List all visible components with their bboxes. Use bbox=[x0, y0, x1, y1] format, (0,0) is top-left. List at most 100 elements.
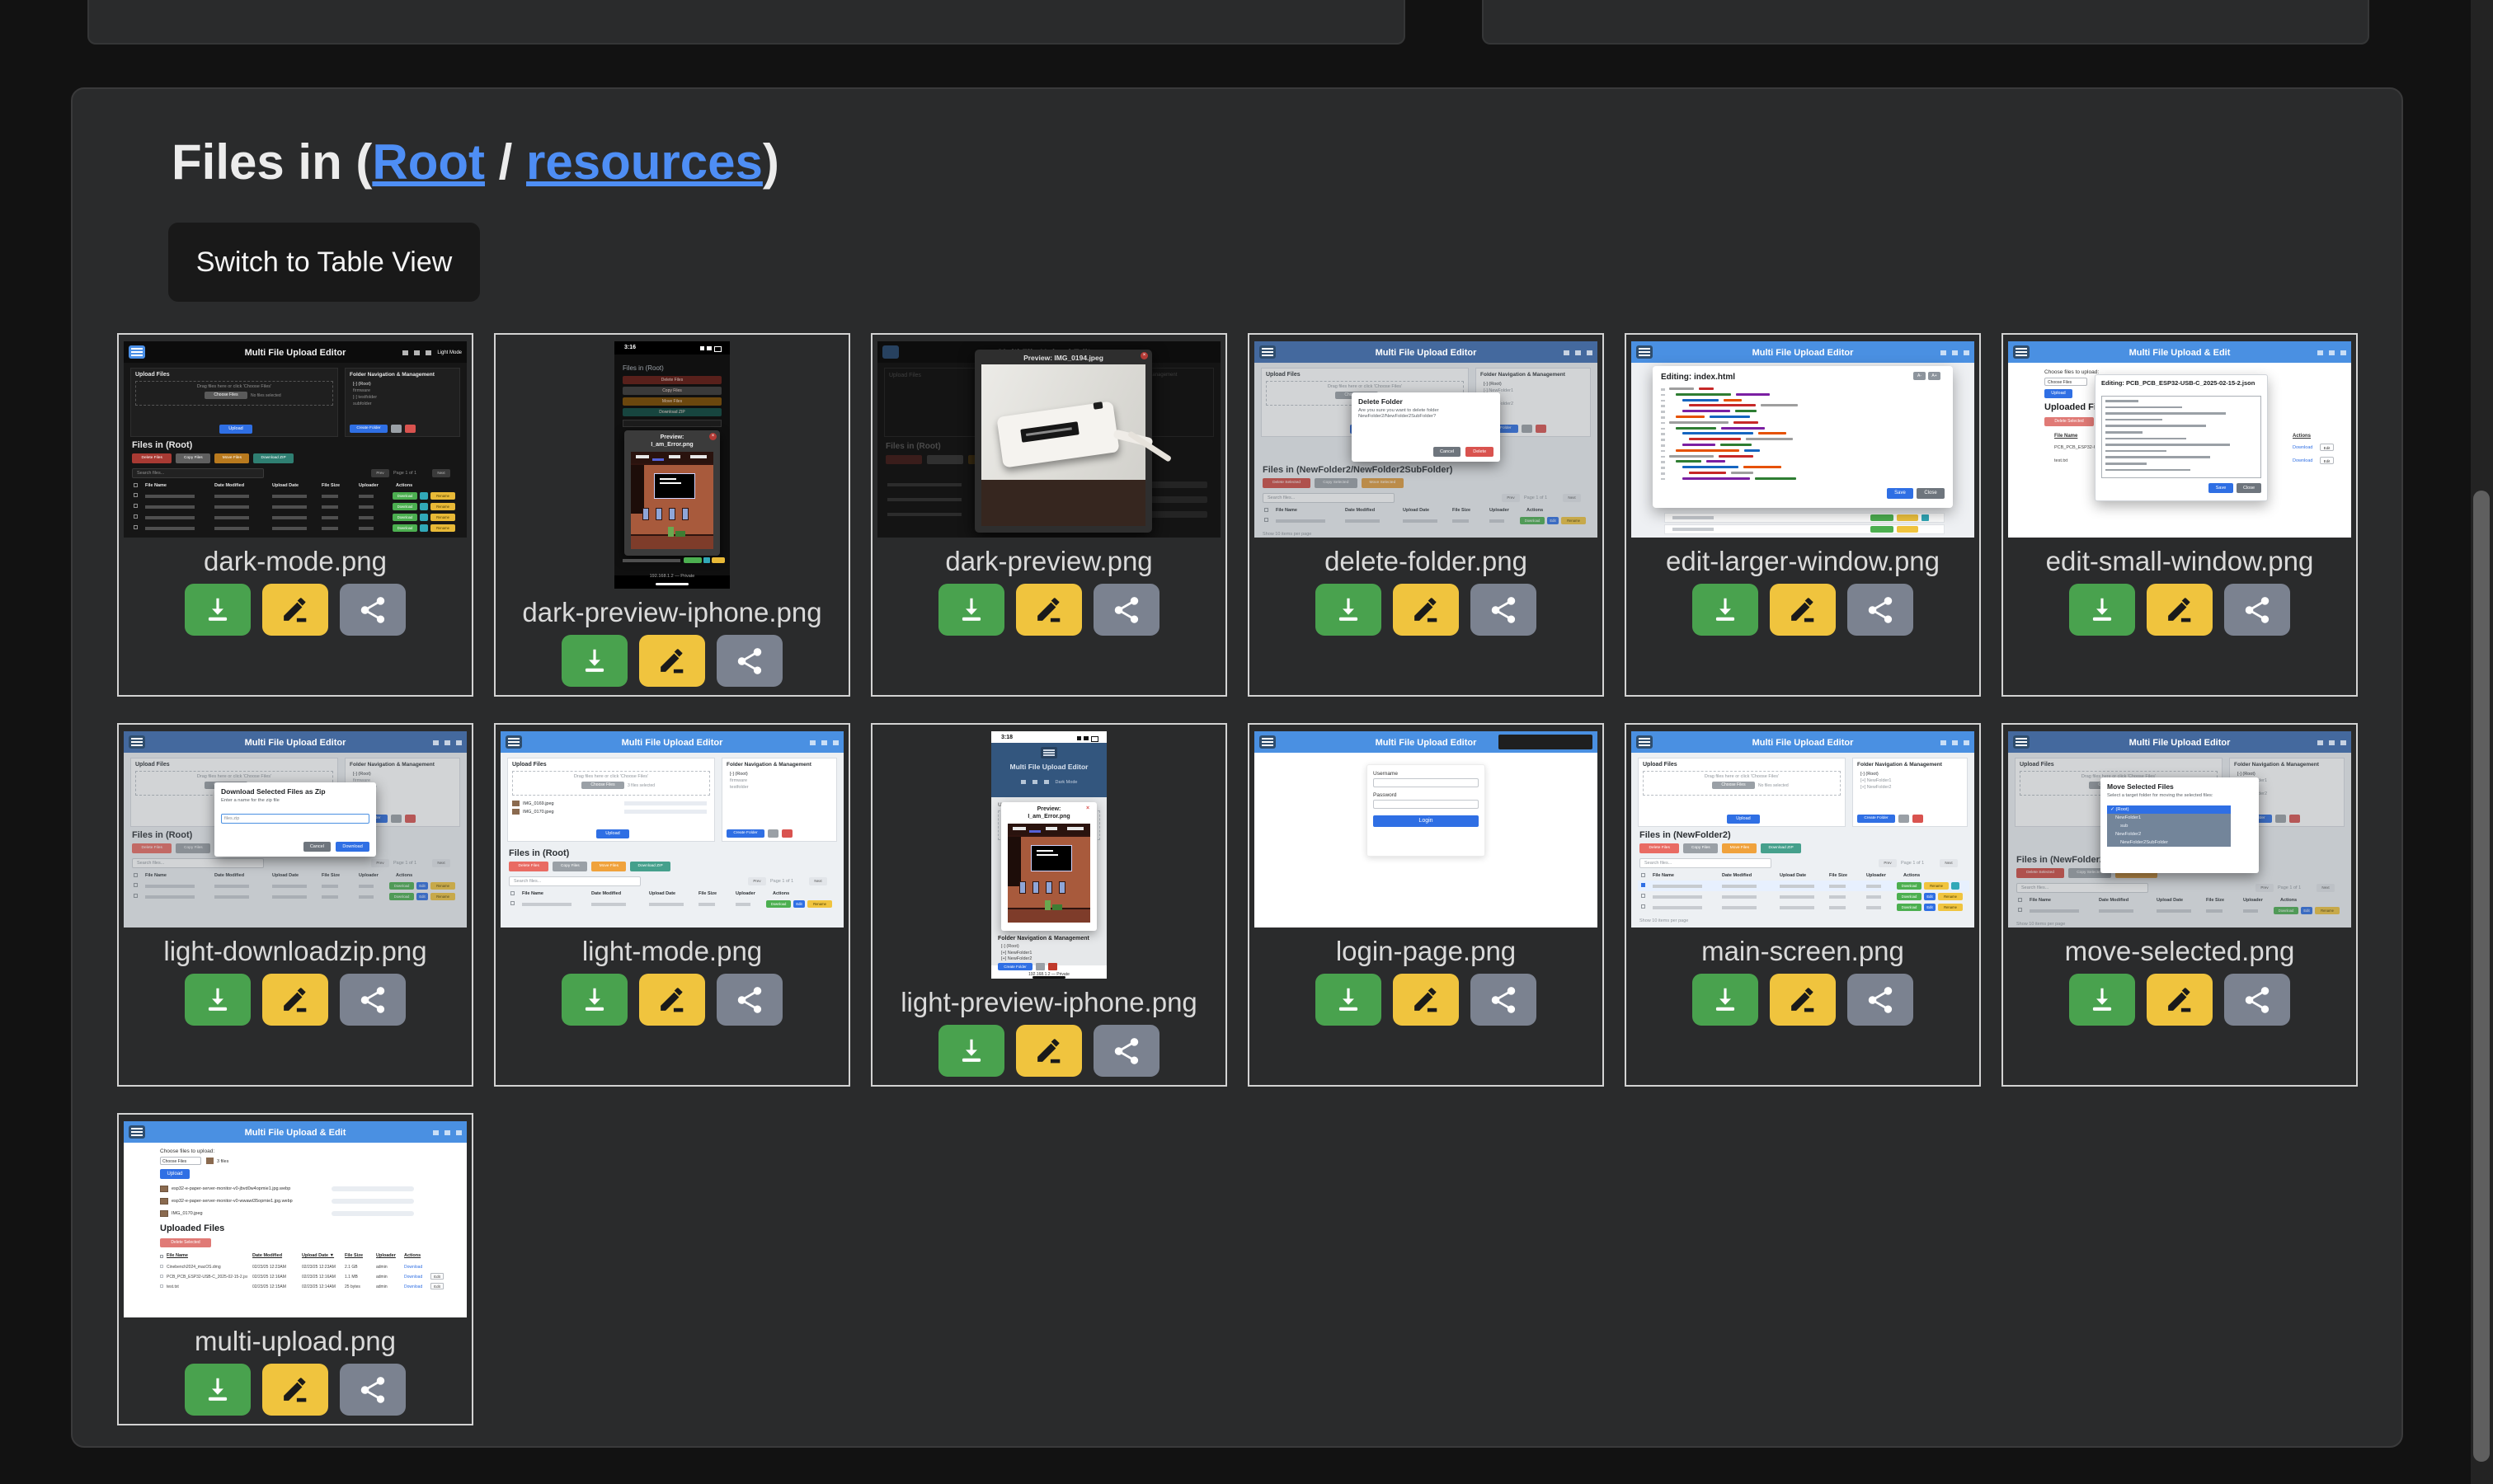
thumb-part bbox=[510, 891, 515, 895]
thumb-part bbox=[887, 483, 962, 486]
download-button[interactable] bbox=[2069, 974, 2135, 1026]
thumb-part bbox=[700, 346, 722, 350]
thumb-part bbox=[131, 741, 143, 743]
thumb-part: Create Folder bbox=[998, 963, 1032, 970]
edit-button[interactable] bbox=[1770, 584, 1836, 636]
share-button[interactable] bbox=[1847, 584, 1913, 636]
download-button[interactable] bbox=[562, 974, 628, 1026]
thumb-part: Upload bbox=[596, 829, 629, 838]
thumb-part: 02/23/25 12:23AM bbox=[302, 1265, 346, 1270]
download-button[interactable] bbox=[1692, 584, 1758, 636]
share-button[interactable] bbox=[340, 1364, 406, 1416]
thumb-part: Multi File Upload Editor bbox=[172, 348, 419, 359]
thumb-part bbox=[1575, 350, 1581, 355]
download-button[interactable] bbox=[2069, 584, 2135, 636]
share-button[interactable] bbox=[1470, 584, 1536, 636]
thumb-part: Rename bbox=[1938, 904, 1963, 911]
share-button[interactable] bbox=[1094, 584, 1159, 636]
thumb-part: NewFolder2 bbox=[2115, 832, 2223, 838]
thumb-part bbox=[1897, 514, 1918, 521]
download-button[interactable] bbox=[1315, 974, 1381, 1026]
thumb-part bbox=[1046, 881, 1052, 894]
download-button[interactable] bbox=[938, 584, 1004, 636]
thumb-part bbox=[1052, 904, 1062, 910]
edit-button[interactable] bbox=[262, 974, 328, 1026]
thumb-part bbox=[1262, 744, 1273, 746]
thumb-part: Edit bbox=[2320, 444, 2334, 451]
page-scrollbar-track[interactable] bbox=[2471, 0, 2493, 1484]
edit-button[interactable] bbox=[1016, 584, 1082, 636]
thumb-part: 192.168.1.2 — Private bbox=[614, 574, 730, 580]
thumb-part bbox=[1059, 881, 1065, 894]
thumb-part: Actions bbox=[2293, 434, 2326, 439]
thumb-part: Rename bbox=[430, 514, 455, 521]
thumb-part bbox=[703, 557, 710, 563]
thumb-part bbox=[160, 1255, 163, 1258]
share-button[interactable] bbox=[340, 584, 406, 636]
page-scrollbar-thumb[interactable] bbox=[2473, 491, 2490, 1462]
thumb-part bbox=[1952, 350, 1958, 355]
thumb-part bbox=[669, 508, 675, 520]
share-button[interactable] bbox=[1470, 974, 1536, 1026]
thumb-part bbox=[1641, 894, 1645, 898]
thumb-part: File Name bbox=[145, 483, 191, 489]
share-button[interactable] bbox=[2224, 974, 2290, 1026]
thumb-part bbox=[1029, 830, 1041, 833]
thumb-part: Delete Folder bbox=[1358, 397, 1493, 406]
thumb-part: Download bbox=[393, 524, 417, 532]
file-actions bbox=[938, 1025, 1159, 1077]
download-button[interactable] bbox=[562, 635, 628, 687]
thumb-part: Actions bbox=[404, 1253, 449, 1259]
thumb-part bbox=[2013, 735, 2030, 749]
thumb-part: Delete Selected bbox=[2044, 417, 2094, 426]
thumb-part: Select a target folder for moving the se… bbox=[2107, 793, 2252, 799]
file-name: delete-folder.png bbox=[1324, 546, 1527, 577]
share-button[interactable] bbox=[717, 974, 783, 1026]
download-button[interactable] bbox=[185, 974, 251, 1026]
breadcrumb-current-link[interactable]: resources bbox=[526, 134, 763, 190]
edit-button[interactable] bbox=[1770, 974, 1836, 1026]
thumb-part bbox=[405, 425, 416, 433]
thumb-part: Folder Navigation & Management bbox=[998, 936, 1105, 942]
thumb-part bbox=[1641, 883, 1645, 887]
thumb-part: 3:16 bbox=[624, 345, 657, 351]
edit-button[interactable] bbox=[639, 635, 705, 687]
thumb-part: × bbox=[1086, 805, 1094, 812]
breadcrumb-root-link[interactable]: Root bbox=[372, 134, 485, 190]
thumb-part bbox=[420, 492, 428, 500]
thumb-part bbox=[396, 740, 462, 746]
thumb-part bbox=[591, 903, 626, 906]
thumb-part bbox=[1951, 882, 1959, 890]
edit-icon bbox=[1787, 984, 1818, 1016]
edit-button[interactable] bbox=[2147, 584, 2213, 636]
share-button[interactable] bbox=[2224, 584, 2290, 636]
share-button[interactable] bbox=[717, 635, 783, 687]
file-actions bbox=[1692, 584, 1913, 636]
download-button[interactable] bbox=[185, 1364, 251, 1416]
download-button[interactable] bbox=[1315, 584, 1381, 636]
thumb-part bbox=[1676, 460, 1701, 463]
share-button[interactable] bbox=[1094, 1025, 1159, 1077]
thumb-part bbox=[420, 514, 428, 521]
thumb-part bbox=[1043, 752, 1055, 754]
download-button[interactable] bbox=[1692, 974, 1758, 1026]
file-thumbnail: Multi File Upload EditorUpload FilesDrag… bbox=[1631, 731, 1974, 928]
thumb-part: Files in (Root) bbox=[509, 848, 781, 859]
download-button[interactable] bbox=[938, 1025, 1004, 1077]
file-name: dark-preview.png bbox=[945, 546, 1152, 577]
thumb-part bbox=[1682, 432, 1753, 434]
download-button[interactable] bbox=[185, 584, 251, 636]
edit-button[interactable] bbox=[262, 584, 328, 636]
thumb-part: Choose Files bbox=[581, 782, 624, 789]
share-button[interactable] bbox=[340, 974, 406, 1026]
edit-button[interactable] bbox=[262, 1364, 328, 1416]
edit-button[interactable] bbox=[639, 974, 705, 1026]
edit-button[interactable] bbox=[1016, 1025, 1082, 1077]
edit-button[interactable] bbox=[2147, 974, 2213, 1026]
thumb-part bbox=[1032, 976, 1065, 979]
edit-button[interactable] bbox=[1393, 974, 1459, 1026]
switch-to-table-view-button[interactable]: Switch to Table View bbox=[168, 223, 480, 302]
share-button[interactable] bbox=[1847, 974, 1913, 1026]
edit-button[interactable] bbox=[1393, 584, 1459, 636]
thumb-part bbox=[506, 735, 522, 749]
